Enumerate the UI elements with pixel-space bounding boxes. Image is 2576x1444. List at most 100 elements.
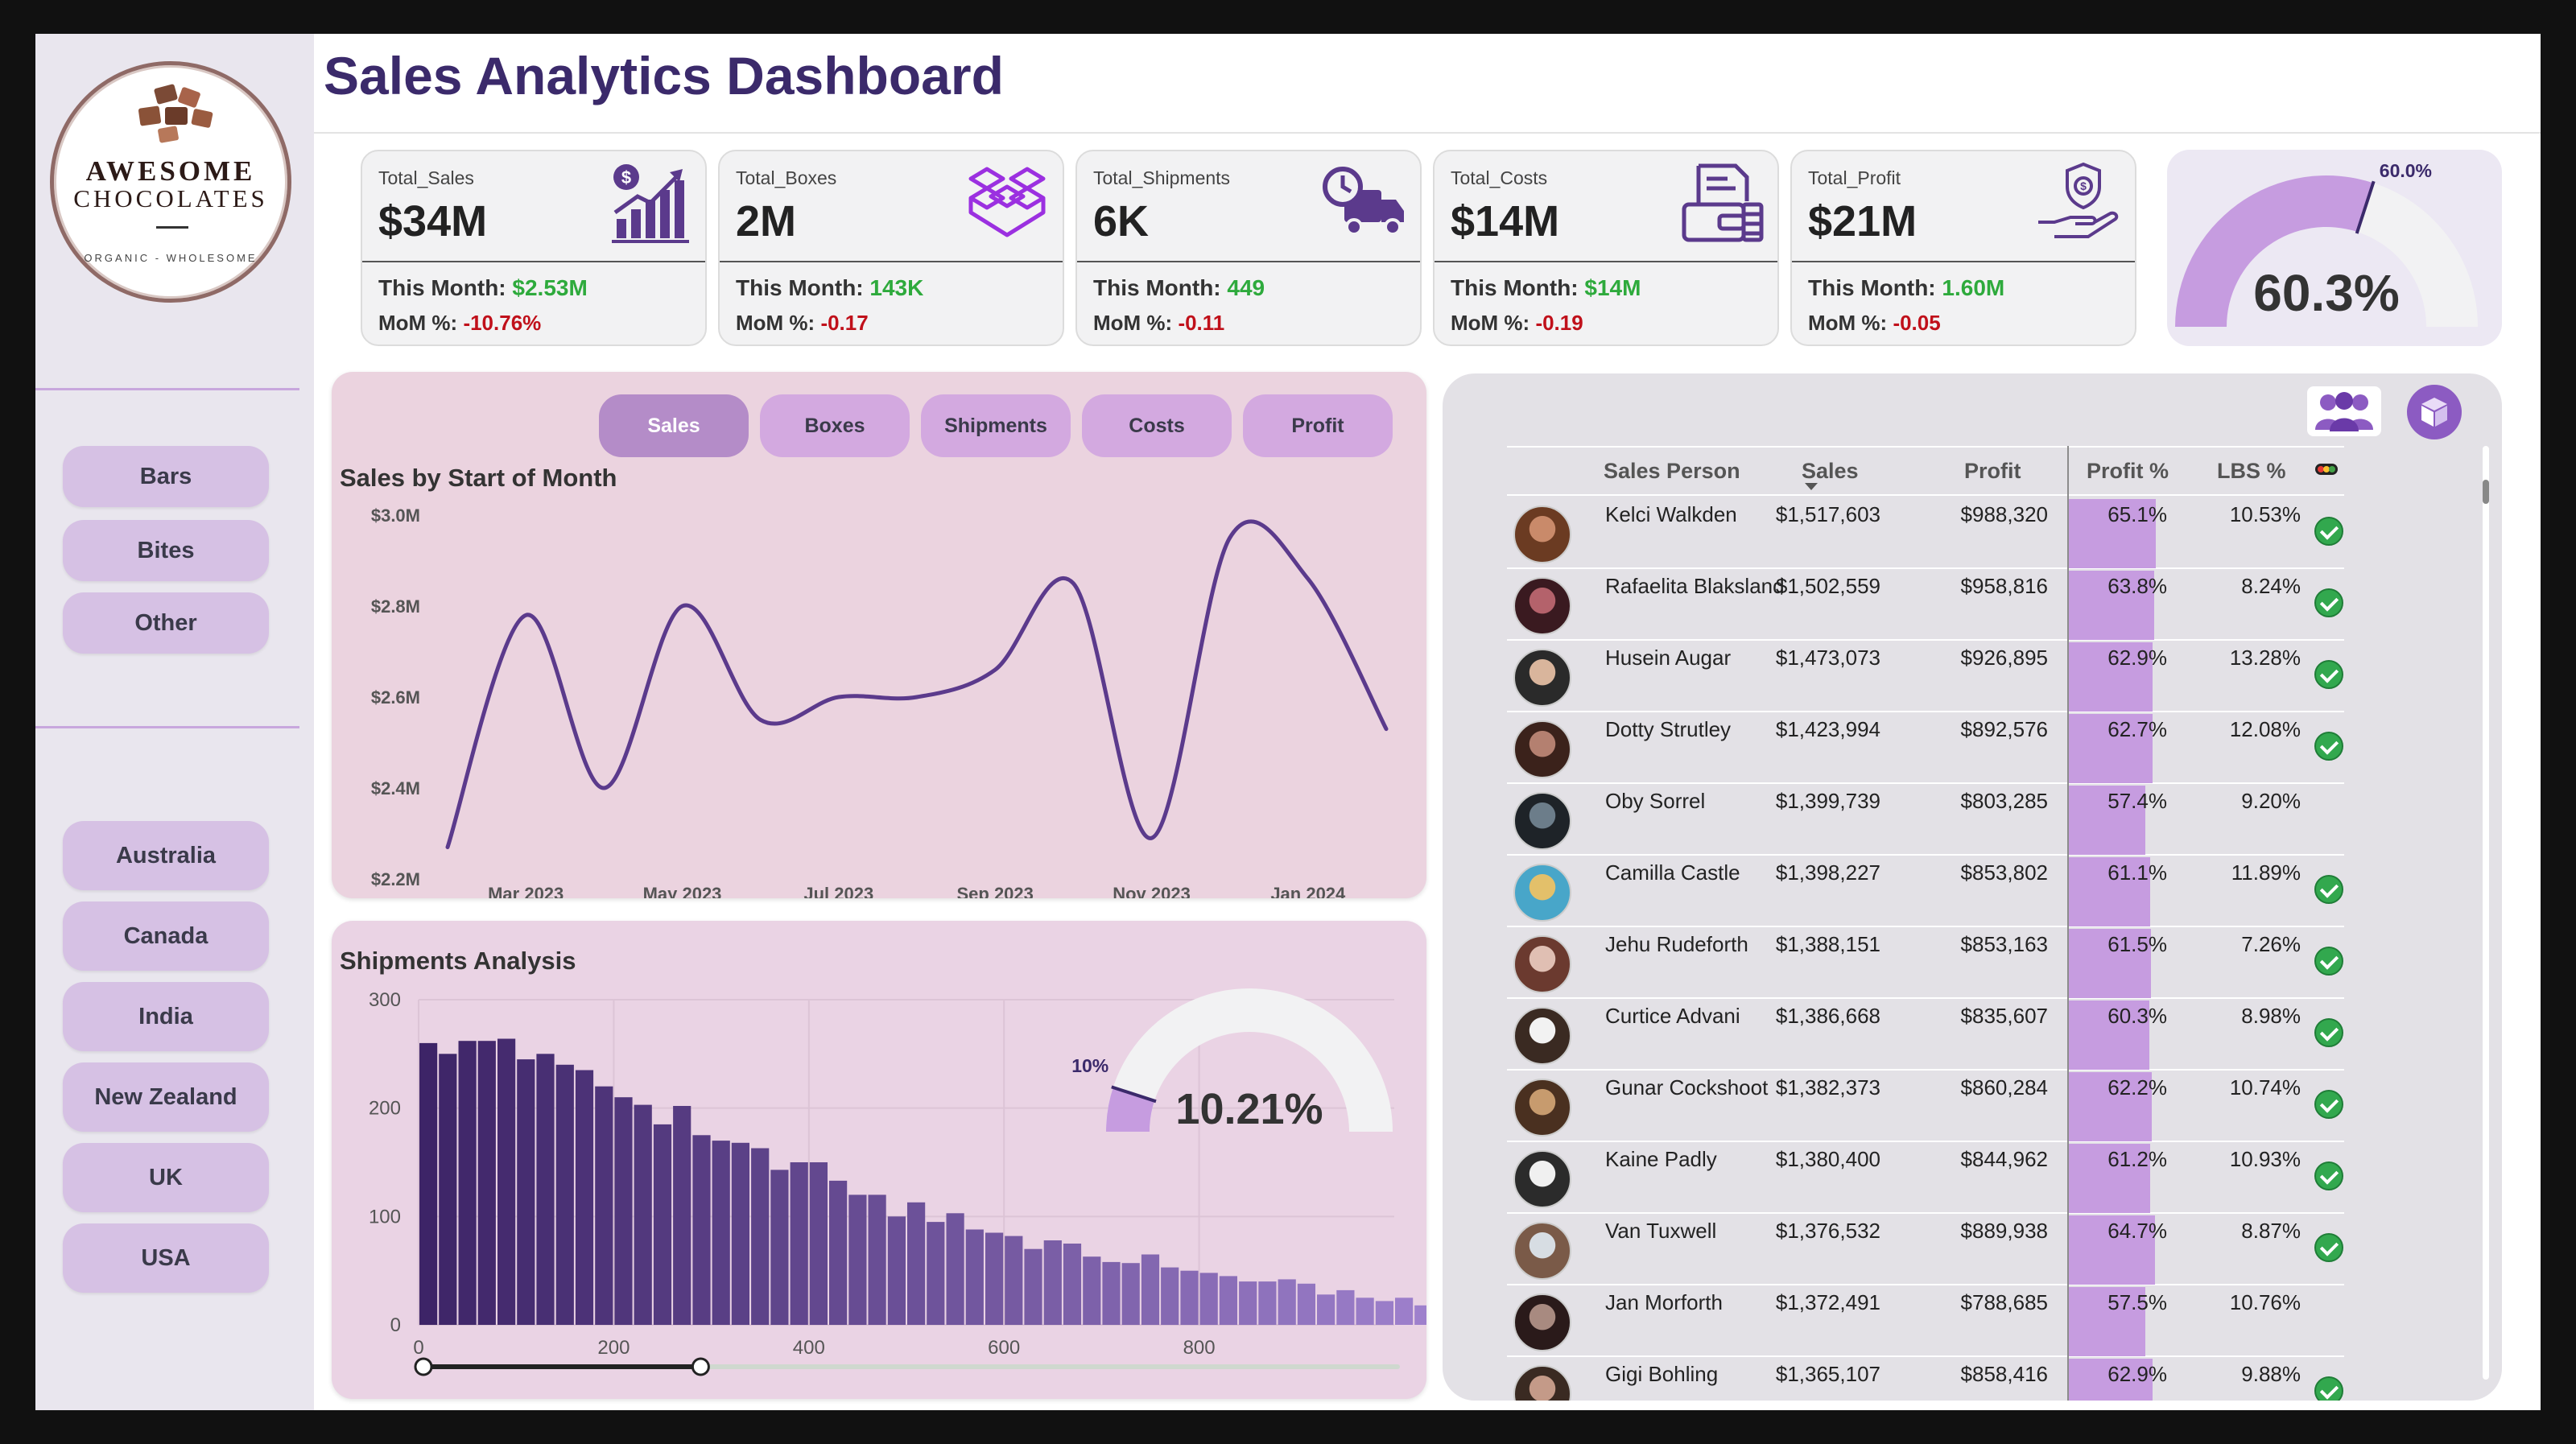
- histogram-bar[interactable]: [1297, 1283, 1315, 1325]
- histogram-bar[interactable]: [809, 1162, 828, 1325]
- filter-country-india[interactable]: India: [63, 982, 269, 1051]
- histogram-bar[interactable]: [1278, 1279, 1296, 1325]
- histogram-bar[interactable]: [1375, 1301, 1393, 1325]
- table-row[interactable]: Rafaelita Blaksland $1,502,559 $958,816 63.…: [1507, 569, 2344, 641]
- table-row[interactable]: Husein Augar $1,473,073 $926,895 62.9% 13.28…: [1507, 641, 2344, 712]
- histogram-bar[interactable]: [1336, 1289, 1355, 1325]
- lbs-pct-value: 9.20%: [2241, 789, 2301, 813]
- filter-country-new-zealand[interactable]: New Zealand: [63, 1062, 269, 1132]
- sales-series-line[interactable]: [445, 519, 1389, 849]
- profit-value: $958,816: [1960, 574, 2048, 598]
- table-row[interactable]: Gigi Bohling $1,365,107 $858,416 62.9% 9.88%: [1507, 1357, 2344, 1401]
- x-tick-label: Sep 2023: [956, 884, 1033, 898]
- histogram-bar[interactable]: [770, 1170, 789, 1325]
- sales-trend-panel: Sales Boxes Shipments Costs Profit Sales…: [332, 372, 1426, 898]
- table-row[interactable]: Dotty Strutley $1,423,994 $892,576 62.7% 12.…: [1507, 712, 2344, 784]
- histogram-bar[interactable]: [1121, 1263, 1140, 1325]
- table-row[interactable]: Kelci Walkden $1,517,603 $988,320 65.1% 10.5…: [1507, 497, 2344, 569]
- table-row[interactable]: Curtice Advani $1,386,668 $835,607 60.3% 8.9…: [1507, 999, 2344, 1071]
- histogram-bar[interactable]: [1395, 1298, 1414, 1325]
- table-row[interactable]: Kaine Padly $1,380,400 $844,962 61.2% 10.93%: [1507, 1142, 2344, 1214]
- column-header-sales[interactable]: Sales: [1802, 459, 1859, 484]
- lbs-pct-value: 8.87%: [2241, 1219, 2301, 1243]
- histogram-bar[interactable]: [907, 1202, 926, 1325]
- histogram-bar[interactable]: [848, 1194, 867, 1325]
- histogram-bar[interactable]: [673, 1106, 691, 1325]
- histogram-bar[interactable]: [536, 1054, 555, 1325]
- histogram-bar[interactable]: [575, 1070, 594, 1326]
- sales-line-chart[interactable]: $3.0M $2.8M $2.6M $2.4M $2.2M Mar 2023 May 202…: [332, 372, 1426, 898]
- histogram-bar[interactable]: [1258, 1281, 1277, 1325]
- histogram-bar[interactable]: [1414, 1305, 1426, 1325]
- table-row[interactable]: Oby Sorrel $1,399,739 $803,285 57.4% 9.20%: [1507, 784, 2344, 856]
- table-row[interactable]: Jan Morforth $1,372,491 $788,685 57.5% 10.76…: [1507, 1285, 2344, 1357]
- histogram-bar[interactable]: [1024, 1248, 1042, 1325]
- filter-product-bars[interactable]: Bars: [63, 446, 269, 507]
- column-header-sales-person[interactable]: Sales Person: [1604, 459, 1740, 484]
- histogram-bar[interactable]: [419, 1042, 438, 1325]
- histogram-bar[interactable]: [458, 1041, 477, 1325]
- profit-value: $844,962: [1960, 1147, 2048, 1171]
- histogram-bar[interactable]: [555, 1064, 574, 1325]
- table-row[interactable]: Van Tuxwell $1,376,532 $889,938 64.7% 8.87%: [1507, 1214, 2344, 1285]
- histogram-bar[interactable]: [692, 1135, 711, 1325]
- histogram-bar[interactable]: [887, 1216, 906, 1325]
- filter-country-uk[interactable]: UK: [63, 1143, 269, 1212]
- histogram-bar[interactable]: [1219, 1276, 1237, 1325]
- table-row[interactable]: Gunar Cockshoot $1,382,373 $860,284 62.2% 10…: [1507, 1071, 2344, 1142]
- histogram-bar[interactable]: [595, 1086, 613, 1325]
- histogram-bar[interactable]: [1141, 1254, 1160, 1326]
- table-row[interactable]: Jehu Rudeforth $1,388,151 $853,163 61.5% 7.2…: [1507, 927, 2344, 999]
- table-scrollbar[interactable]: [2483, 446, 2489, 1380]
- histogram-bar[interactable]: [985, 1232, 1004, 1326]
- column-header-profit[interactable]: Profit: [1964, 459, 2021, 484]
- histogram-bar[interactable]: [1102, 1261, 1121, 1325]
- histogram-bar[interactable]: [868, 1194, 886, 1325]
- profit-pct-value: 63.8%: [2107, 574, 2167, 598]
- histogram-bar[interactable]: [1199, 1273, 1218, 1325]
- range-slider-handle-low[interactable]: [414, 1357, 433, 1376]
- filter-product-other[interactable]: Other: [63, 592, 269, 654]
- histogram-bar[interactable]: [653, 1124, 672, 1325]
- histogram-bar[interactable]: [1180, 1270, 1199, 1325]
- shipments-histogram[interactable]: 300 200 100 00 200 400 600 800 10% 10.21%: [332, 921, 1426, 1399]
- range-slider-handle-high[interactable]: [691, 1357, 710, 1376]
- column-header-lbs-pct[interactable]: LBS %: [2217, 459, 2286, 484]
- histogram-bar[interactable]: [712, 1141, 730, 1325]
- table-row[interactable]: Camilla Castle $1,398,227 $853,802 61.1% 11.…: [1507, 856, 2344, 927]
- x-tick-label: 200: [597, 1337, 630, 1359]
- table-scrollbar-thumb[interactable]: [2483, 480, 2489, 504]
- filter-country-usa[interactable]: USA: [63, 1223, 269, 1293]
- box-icon[interactable]: [2405, 383, 2463, 441]
- histogram-bar[interactable]: [1043, 1240, 1062, 1325]
- column-header-profit-pct[interactable]: Profit %: [2087, 459, 2169, 484]
- histogram-bar[interactable]: [1317, 1294, 1335, 1325]
- kpi-divider: [1077, 261, 1420, 262]
- filter-product-bites[interactable]: Bites: [63, 520, 269, 581]
- histogram-bar[interactable]: [634, 1104, 652, 1325]
- histogram-bar[interactable]: [1063, 1244, 1082, 1325]
- histogram-bar[interactable]: [517, 1059, 535, 1325]
- histogram-bar[interactable]: [790, 1162, 808, 1325]
- histogram-bar[interactable]: [946, 1213, 964, 1325]
- sales-person-name: Kelci Walkden: [1605, 502, 1737, 526]
- histogram-bar[interactable]: [497, 1038, 516, 1326]
- team-icon[interactable]: [2304, 383, 2384, 439]
- histogram-bar[interactable]: [1239, 1281, 1257, 1325]
- histogram-bar[interactable]: [1161, 1267, 1179, 1325]
- histogram-bar[interactable]: [439, 1054, 457, 1325]
- histogram-bar[interactable]: [965, 1229, 984, 1326]
- profit-value: $803,285: [1960, 789, 2048, 813]
- histogram-bar[interactable]: [477, 1041, 496, 1325]
- kpi-name: Total_Shipments: [1093, 167, 1231, 188]
- filter-country-canada[interactable]: Canada: [63, 901, 269, 971]
- histogram-bar[interactable]: [829, 1180, 848, 1325]
- histogram-bar[interactable]: [614, 1097, 633, 1325]
- histogram-bar[interactable]: [731, 1142, 749, 1325]
- histogram-bar[interactable]: [1356, 1298, 1374, 1325]
- histogram-bar[interactable]: [751, 1148, 770, 1326]
- filter-country-australia[interactable]: Australia: [63, 821, 269, 890]
- histogram-bar[interactable]: [1083, 1256, 1101, 1325]
- histogram-bar[interactable]: [927, 1222, 945, 1325]
- histogram-bar[interactable]: [1005, 1236, 1023, 1325]
